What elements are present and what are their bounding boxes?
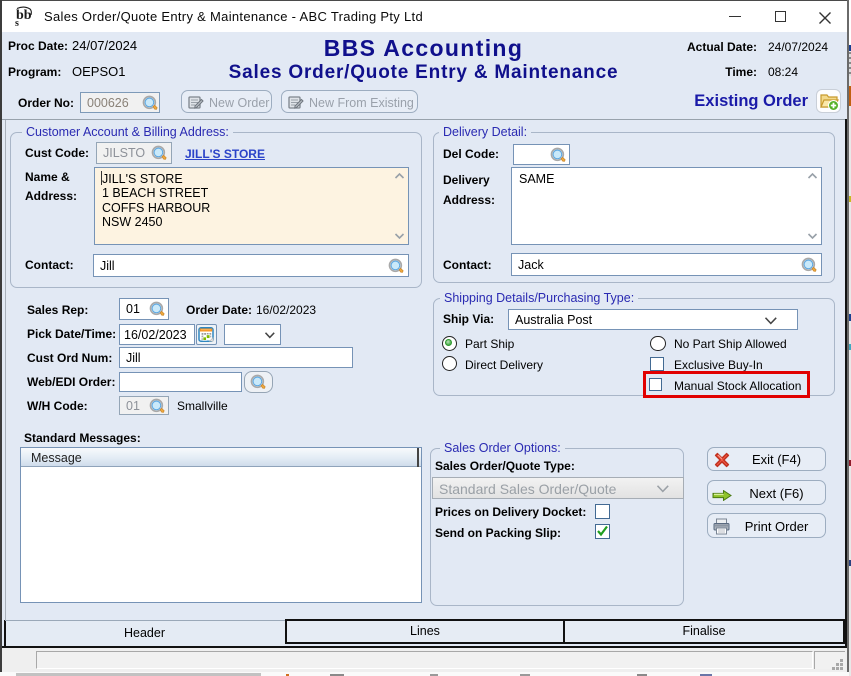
svg-text:s: s xyxy=(15,18,19,28)
